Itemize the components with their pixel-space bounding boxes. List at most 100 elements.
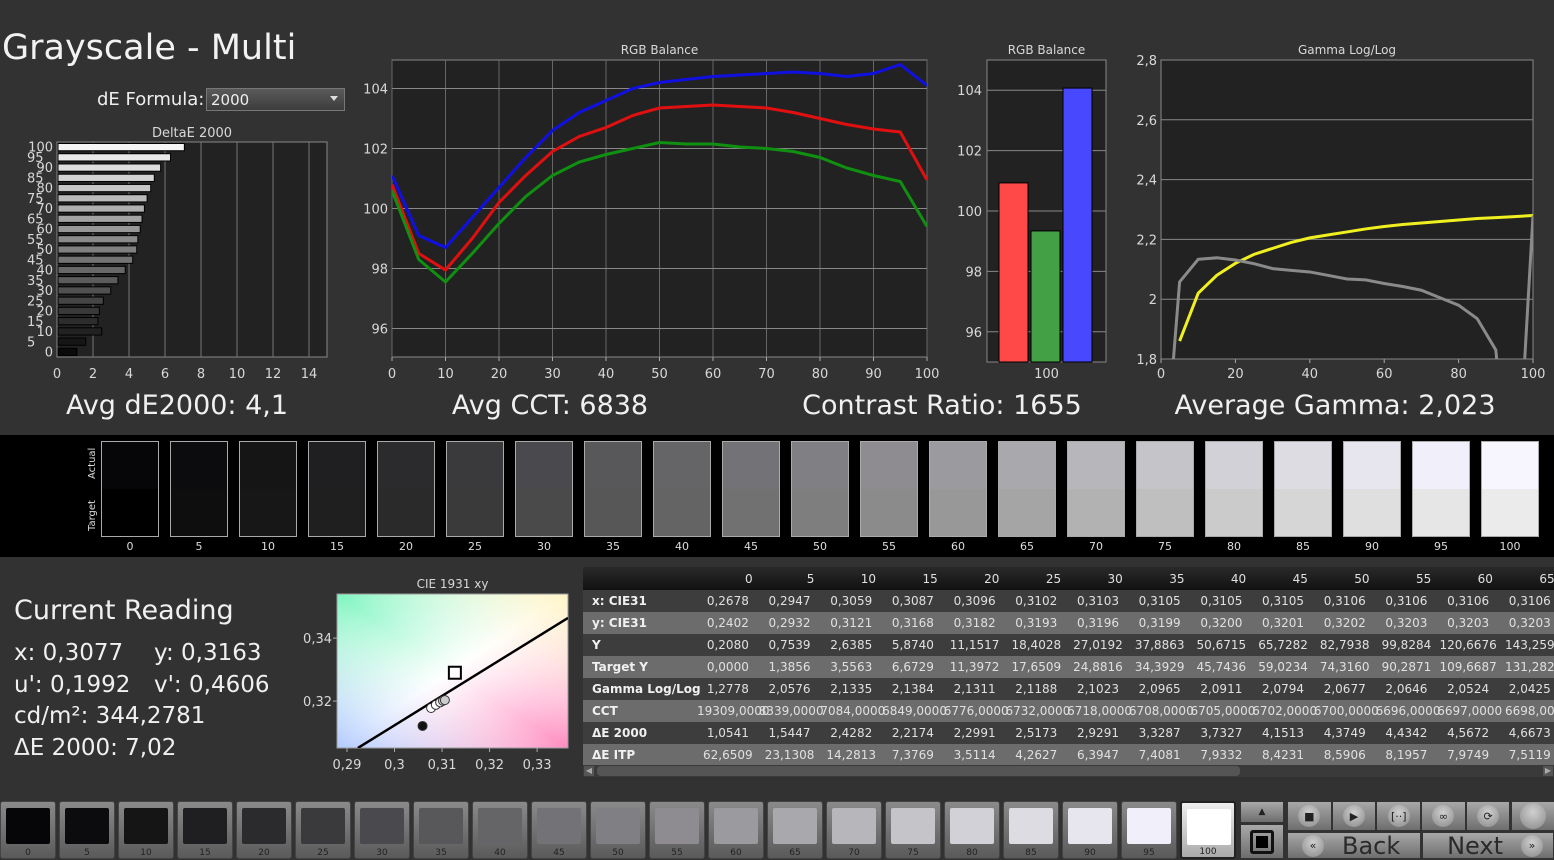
table-cell: 0,7539 [759, 638, 821, 652]
patch-label: 0 [1, 848, 55, 858]
scroll-left-icon[interactable]: ◀ [584, 766, 594, 776]
patch-color [1187, 809, 1231, 845]
patch-label: 65 [768, 848, 822, 858]
patch-button-25[interactable]: 25 [295, 801, 351, 859]
bar-50 [58, 246, 137, 253]
circle-button[interactable] [1511, 801, 1554, 831]
patch-label: 15 [178, 848, 232, 858]
chart-title: CIE 1931 xy [417, 577, 489, 591]
bracket-button[interactable]: [··] [1376, 801, 1421, 831]
patch-button-5[interactable]: 5 [59, 801, 115, 859]
patch-button-80[interactable]: 80 [944, 801, 1000, 859]
next-button[interactable]: Next» [1422, 832, 1554, 859]
patch-button-45[interactable]: 45 [531, 801, 587, 859]
patch-button-10[interactable]: 10 [118, 801, 174, 859]
patch-label: 55 [650, 848, 704, 858]
table-cell: 6700,0000 [1314, 704, 1376, 718]
table-cell: 74,3160 [1314, 660, 1376, 674]
patch-button-35[interactable]: 35 [413, 801, 469, 859]
patch-button-60[interactable]: 60 [708, 801, 764, 859]
table-cell: 2,0794 [1252, 682, 1314, 696]
swatch-actual [861, 442, 917, 489]
bar-60 [58, 225, 140, 232]
table-cell: 2,9291 [1067, 726, 1129, 740]
table-cell: 1,5447 [759, 726, 821, 740]
table-row: Target Y0,00001,38563,55636,672911,39721… [583, 656, 1554, 678]
table-cell: 19309,0000 [697, 704, 759, 718]
patch-button-0[interactable]: 0 [0, 801, 56, 859]
row-label: Target Y [583, 660, 697, 674]
tick-label: 96 [965, 326, 982, 341]
patch-button-55[interactable]: 55 [649, 801, 705, 859]
row-label: Gamma Log/Log [583, 682, 697, 696]
patch-button-40[interactable]: 40 [472, 801, 528, 859]
gamma-chart: Gamma Log/Log0204060801001,822,22,42,62,… [1136, 43, 1545, 435]
swatch-actual [1413, 442, 1469, 489]
table-cell: 1,3856 [759, 660, 821, 674]
avg-cct-stat: Avg CCT: 6838 [452, 390, 648, 421]
patch-color [714, 808, 758, 844]
horizontal-scrollbar[interactable]: ◀ ▶ [583, 765, 1554, 777]
bar-40 [58, 266, 125, 273]
swatch-actual [723, 442, 779, 489]
row-label: CCT [583, 704, 697, 718]
scroll-right-icon[interactable]: ▶ [1543, 766, 1553, 776]
patch-button-65[interactable]: 65 [767, 801, 823, 859]
swatch-actual [930, 442, 986, 489]
table-cell: 143,259 [1499, 638, 1554, 652]
table-cell: 0,3105 [1129, 594, 1191, 608]
patch-button-50[interactable]: 50 [590, 801, 646, 859]
refresh-button[interactable]: ⟳ [1466, 801, 1511, 831]
table-row: ΔE 20001,05411,54472,42822,21742,29912,5… [583, 722, 1554, 744]
patch-button-75[interactable]: 75 [885, 801, 941, 859]
swatch-target [1275, 489, 1331, 536]
table-cell: 2,1023 [1067, 682, 1129, 696]
table-cell: 2,0425 [1499, 682, 1554, 696]
back-button[interactable]: «Back [1287, 832, 1421, 859]
bar-5 [58, 338, 86, 345]
swatch-label: 5 [170, 540, 228, 553]
tick-label: 60 [1376, 367, 1393, 382]
patch-button-90[interactable]: 90 [1062, 801, 1118, 859]
swatch-30 [515, 441, 573, 537]
swatch-label: 95 [1412, 540, 1470, 553]
patch-button-30[interactable]: 30 [354, 801, 410, 859]
swatch-label: 40 [653, 540, 711, 553]
column-header: 15 [882, 572, 944, 586]
swatch-60 [929, 441, 987, 537]
patch-color [183, 808, 227, 844]
table-cell: 18,4028 [1005, 638, 1067, 652]
table-row: Y0,20800,75392,63855,874011,151718,40282… [583, 634, 1554, 656]
tick-label: 2,8 [1136, 54, 1157, 69]
patch-button-20[interactable]: 20 [236, 801, 292, 859]
tick-label: 80 [812, 367, 829, 382]
patch-button-100[interactable]: 100 [1180, 801, 1236, 859]
swatch-actual [792, 442, 848, 489]
tick-label: 80 [1450, 367, 1467, 382]
table-cell: 0,0000 [697, 660, 759, 674]
scroll-thumb[interactable] [597, 766, 1240, 776]
swatch-target [1482, 489, 1538, 536]
patch-label: 45 [532, 848, 586, 858]
tick-label: 0,32 [475, 758, 504, 773]
patch-button-85[interactable]: 85 [1003, 801, 1059, 859]
play-button[interactable]: ▶ [1332, 801, 1377, 831]
patch-button-15[interactable]: 15 [177, 801, 233, 859]
tick-label: 100 [363, 203, 388, 218]
patch-button-70[interactable]: 70 [826, 801, 882, 859]
table-cell: 0,3202 [1314, 616, 1376, 630]
tick-label: 96 [371, 323, 388, 338]
table-cell: 0,3105 [1191, 594, 1253, 608]
table-cell: 6708,0000 [1129, 704, 1191, 718]
current-reading-title: Current Reading [14, 595, 234, 626]
infinity-button[interactable]: ∞ [1421, 801, 1466, 831]
chevrons-left-icon: « [1302, 835, 1324, 857]
column-header: 60 [1437, 572, 1499, 586]
scroll-up-button[interactable]: ▲ [1240, 801, 1284, 823]
patch-label: 85 [1004, 848, 1058, 858]
bar-30 [58, 287, 111, 294]
patch-button-95[interactable]: 95 [1121, 801, 1177, 859]
table-cell: 2,0677 [1314, 682, 1376, 696]
stop-measure-button[interactable] [1240, 824, 1284, 859]
stop-button[interactable]: ■ [1287, 801, 1332, 831]
